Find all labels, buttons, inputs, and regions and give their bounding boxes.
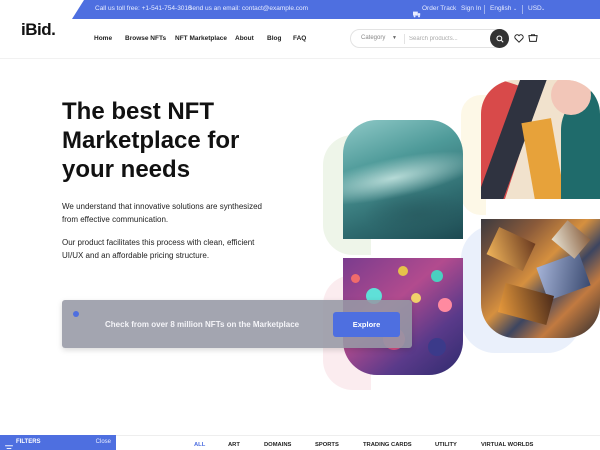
category-tab-domains[interactable]: DOMAINS xyxy=(264,442,291,448)
nav-browse-nfts[interactable]: Browse NFTs xyxy=(125,35,166,42)
nav-about[interactable]: About xyxy=(235,35,254,42)
explore-button[interactable]: Explore xyxy=(333,312,400,337)
currency-select[interactable]: USD xyxy=(528,5,542,12)
hero-title-line: The best NFT xyxy=(62,98,215,125)
hero-paragraph: Our product facilitates this process wit… xyxy=(62,237,312,262)
nft-artwork-water[interactable] xyxy=(343,120,463,239)
wishlist-button[interactable] xyxy=(513,33,524,44)
category-tab-all[interactable]: ALL xyxy=(194,442,205,448)
nft-artwork-abstract[interactable] xyxy=(481,80,600,199)
category-tab-virtual-worlds[interactable]: VIRTUAL WORLDS xyxy=(481,442,533,448)
category-tab-trading-cards[interactable]: TRADING CARDS xyxy=(363,442,412,448)
cart-icon xyxy=(527,34,538,42)
search-button[interactable] xyxy=(490,29,509,48)
filters-bar[interactable]: FILTERS Close xyxy=(0,435,116,450)
truck-icon xyxy=(413,5,421,23)
sign-in-link[interactable]: Sign In xyxy=(461,5,481,12)
category-tab-art[interactable]: ART xyxy=(228,442,240,448)
divider xyxy=(484,5,485,14)
divider xyxy=(116,435,600,436)
hero-paragraph-line: from effective communication. xyxy=(62,214,169,224)
category-tab-sports[interactable]: SPORTS xyxy=(315,442,339,448)
top-bar: Call us toll free: +1-541-754-3010 Send … xyxy=(0,0,600,19)
chevron-down-icon: ⌄ xyxy=(541,6,546,12)
filters-close-button[interactable]: Close xyxy=(96,439,111,445)
divider xyxy=(404,34,405,44)
hero-title-line: your needs xyxy=(62,156,191,183)
nav-home[interactable]: Home xyxy=(94,35,112,42)
nav-faq[interactable]: FAQ xyxy=(293,35,306,42)
category-select[interactable]: Category xyxy=(361,35,385,41)
nav-nft-marketplace[interactable]: NFT Marketplace xyxy=(175,35,227,42)
hero-paragraph-line: We understand that innovative solutions … xyxy=(62,202,262,211)
header-divider xyxy=(0,58,600,59)
cta-panel: Check from over 8 million NFTs on the Ma… xyxy=(62,300,412,348)
cart-button[interactable] xyxy=(527,33,538,44)
hero-title: The best NFT Marketplace for your needs xyxy=(62,97,322,184)
search-icon xyxy=(495,34,504,43)
hero-paragraph-line: UI/UX and an affordable pricing structur… xyxy=(62,250,210,260)
cta-text: Check from over 8 million NFTs on the Ma… xyxy=(105,320,300,329)
nft-artwork-foil[interactable] xyxy=(481,219,600,338)
order-track-link[interactable]: Order Track xyxy=(422,5,456,12)
category-tab-utility[interactable]: UTILITY xyxy=(435,442,457,448)
hero-paragraph-line: Our product facilitates this process wit… xyxy=(62,238,255,247)
search-bar: Category ▼ xyxy=(350,29,509,48)
filters-label: FILTERS xyxy=(16,439,41,445)
accent-dot xyxy=(73,311,79,317)
site-logo[interactable]: iBid. xyxy=(21,20,56,40)
chevron-down-icon: ▼ xyxy=(392,35,397,41)
divider xyxy=(522,5,523,14)
filter-icon xyxy=(5,439,13,450)
email-link[interactable]: Send us an email: contact@example.com xyxy=(188,5,308,12)
search-input[interactable] xyxy=(409,33,489,45)
language-select[interactable]: English xyxy=(490,5,511,12)
chevron-down-icon: ⌄ xyxy=(513,6,518,12)
nav-blog[interactable]: Blog xyxy=(267,35,281,42)
hero-paragraph: We understand that innovative solutions … xyxy=(62,201,312,226)
heart-icon xyxy=(513,34,524,43)
phone-text: Call us toll free: +1-541-754-3010 xyxy=(95,5,192,12)
hero-title-line: Marketplace for xyxy=(62,127,240,154)
